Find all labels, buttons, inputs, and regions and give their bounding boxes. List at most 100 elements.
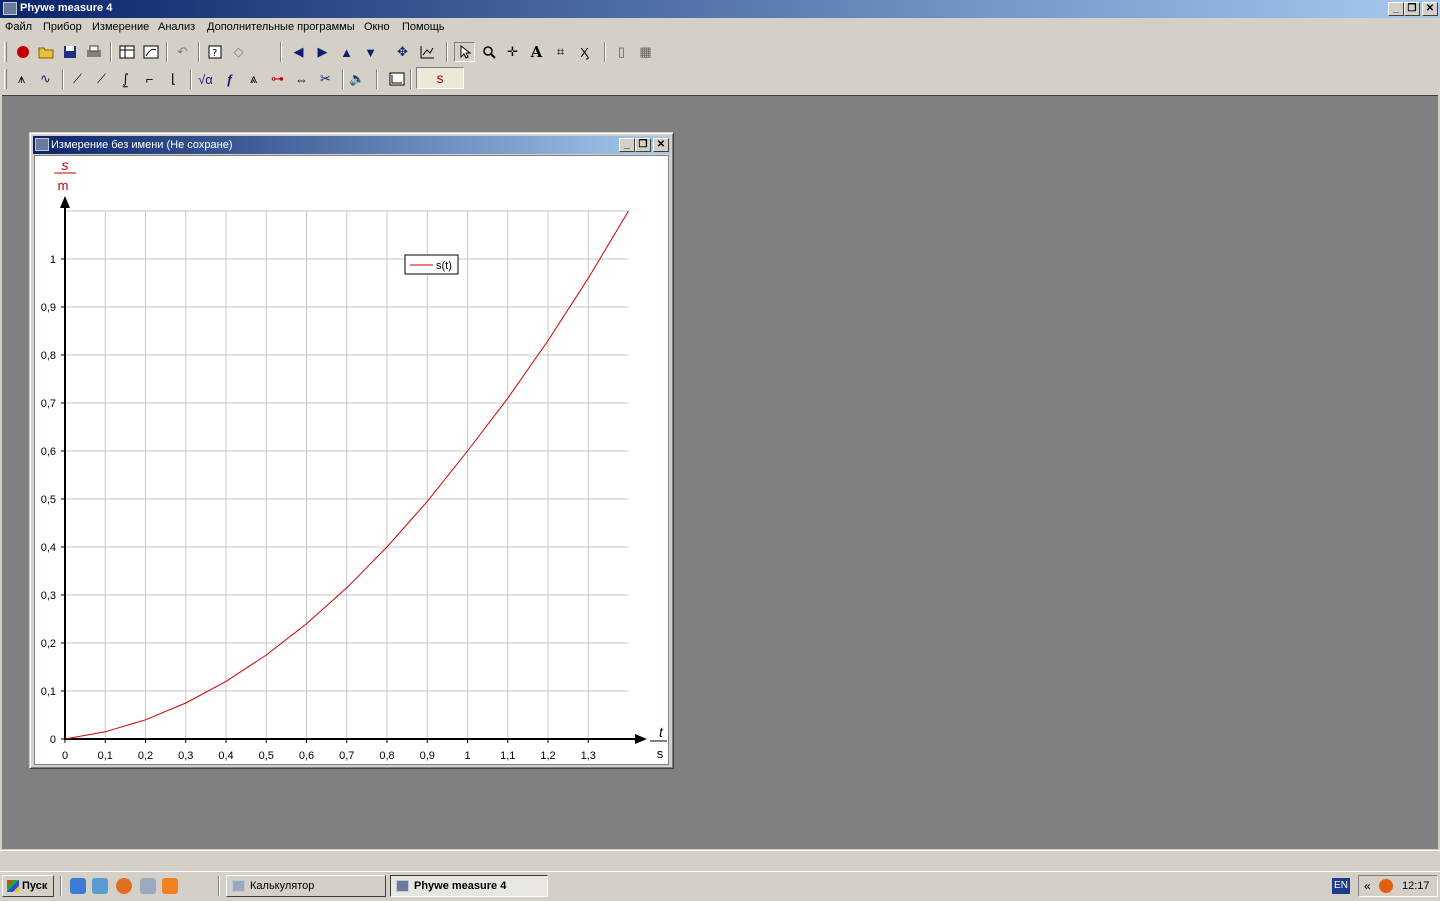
- window-icon[interactable]: [35, 138, 49, 151]
- app-icon[interactable]: [3, 2, 17, 15]
- help-icon[interactable]: ?: [204, 42, 225, 62]
- language-indicator[interactable]: EN: [1332, 878, 1350, 894]
- peak-icon[interactable]: ⩓: [243, 69, 264, 89]
- growth-icon[interactable]: ⌊: [163, 69, 184, 89]
- move-icon[interactable]: ✥: [392, 42, 413, 62]
- windows-logo-icon: [7, 880, 19, 892]
- chart[interactable]: 0 0,1 0,2 0,3 0,4 0,5 0,6 0,7 0,8 0,9 1 0 0,1 0,2 0,3 0…: [35, 156, 670, 766]
- zoom-icon[interactable]: [478, 42, 499, 62]
- calculator-icon: [232, 880, 245, 892]
- main-toolbar: ↶ ? ◇ ◀ ▶ ▲ ▼ ✥ ✛ A ⌗ Ӽ ▯ ▦: [0, 39, 1440, 65]
- child-maximize-button[interactable]: ❐: [635, 138, 651, 152]
- layout2-icon[interactable]: ▦: [635, 42, 656, 62]
- open-folder-icon[interactable]: [35, 42, 56, 62]
- table-icon[interactable]: [116, 42, 137, 62]
- menu-analysis[interactable]: Анализ: [158, 21, 195, 33]
- menu-help[interactable]: Помощь: [402, 21, 445, 33]
- firefox-icon[interactable]: [116, 878, 132, 894]
- status-bar: [0, 850, 1440, 871]
- y-tick-label: 0,2: [41, 638, 56, 650]
- fit-icon[interactable]: ⟋: [91, 69, 112, 89]
- tangent-icon[interactable]: Ӽ: [574, 42, 595, 62]
- graph-window-icon[interactable]: [140, 42, 161, 62]
- speaker-icon[interactable]: 🔈: [347, 69, 368, 89]
- child-minimize-button[interactable]: _: [619, 138, 635, 152]
- layout-icon[interactable]: ▯: [611, 42, 632, 62]
- regression-icon[interactable]: ⟋: [67, 69, 88, 89]
- close-button[interactable]: ✕: [1422, 2, 1438, 16]
- toolbar-separator: [604, 42, 606, 62]
- child-close-button[interactable]: ✕: [653, 138, 669, 152]
- sqrt-function-icon[interactable]: √α: [195, 69, 216, 89]
- pointer-icon[interactable]: [454, 42, 475, 62]
- y-tick-label: 0,6: [41, 446, 56, 458]
- menu-measurement[interactable]: Измерение: [92, 21, 149, 33]
- app-quicklaunch-icon[interactable]: [162, 878, 178, 894]
- x-tick-label: 0,2: [138, 750, 153, 762]
- text-tool-icon[interactable]: A: [526, 42, 547, 62]
- x-axis-unit: s: [657, 746, 664, 761]
- arrow-right-icon[interactable]: ▶: [312, 42, 333, 62]
- save-icon[interactable]: [59, 42, 80, 62]
- toolbar-grip[interactable]: [4, 42, 7, 62]
- task-calculator[interactable]: Калькулятор: [226, 875, 386, 897]
- arrow-up-icon[interactable]: ▲: [336, 42, 357, 62]
- menu-window[interactable]: Окно: [364, 21, 390, 33]
- y-axis-unit: m: [58, 178, 69, 193]
- toolbar-separator: [62, 69, 64, 89]
- minimize-button[interactable]: _: [1388, 2, 1404, 16]
- function-icon[interactable]: ƒ: [219, 69, 240, 89]
- measurement-window-titlebar[interactable]: Измерение без имени (Не сохране) _ ❐ ✕: [33, 136, 670, 154]
- tray-app-icon[interactable]: [1379, 879, 1393, 893]
- smooth-icon[interactable]: ∿: [35, 69, 56, 89]
- undo-icon[interactable]: ↶: [172, 42, 193, 62]
- display-options-icon[interactable]: [386, 69, 407, 89]
- toolbar-separator: [110, 42, 112, 62]
- app-title: Phywe measure 4: [20, 2, 113, 14]
- svg-text:?: ?: [212, 48, 217, 59]
- plot-area[interactable]: 0 0,1 0,2 0,3 0,4 0,5 0,6 0,7 0,8 0,9 1 0 0,1 0,2 0,3 0…: [34, 155, 669, 765]
- y-tick-label: 0,4: [41, 542, 56, 554]
- scale-icon[interactable]: [416, 42, 437, 62]
- x-tick-label: 0,5: [259, 750, 274, 762]
- task-phywe[interactable]: Phywe measure 4: [390, 875, 548, 897]
- menu-file[interactable]: Файл: [5, 21, 32, 33]
- channel-icon[interactable]: ⩚: [11, 69, 32, 89]
- x-tick-label: 0,9: [420, 750, 435, 762]
- filter-icon[interactable]: ⇔: [291, 69, 312, 89]
- ie-alt-icon[interactable]: [92, 878, 108, 894]
- toolbar-grip[interactable]: [4, 69, 7, 89]
- x-tick-label: 1,2: [540, 750, 555, 762]
- x-axis-arrow: [635, 734, 647, 744]
- arrow-left-icon[interactable]: ◀: [288, 42, 309, 62]
- start-button[interactable]: Пуск: [2, 875, 54, 897]
- menu-device[interactable]: Прибор: [43, 21, 82, 33]
- menu-extra-programs[interactable]: Дополнительные программы: [207, 21, 355, 33]
- marker-icon[interactable]: ⊶: [267, 69, 288, 89]
- cursor-box-icon[interactable]: ⌗: [550, 42, 571, 62]
- record-icon[interactable]: [12, 42, 33, 62]
- toolbar-separator: [446, 42, 448, 62]
- restore-button[interactable]: ❐: [1404, 2, 1420, 16]
- taskbar-separator: [218, 876, 220, 896]
- print-icon[interactable]: [83, 42, 104, 62]
- decay-icon[interactable]: ⌐: [139, 69, 160, 89]
- y-axis-arrow: [60, 196, 70, 208]
- x-tick-label: 1,3: [581, 750, 596, 762]
- internet-explorer-icon[interactable]: [70, 878, 86, 894]
- arrow-down-icon[interactable]: ▼: [360, 42, 381, 62]
- x-tick-label: 0,1: [98, 750, 113, 762]
- x-tick-label: 1,1: [500, 750, 515, 762]
- task-label: Phywe measure 4: [414, 880, 507, 892]
- integral-icon[interactable]: ⨜: [115, 69, 136, 89]
- channel-selector[interactable]: s: [416, 67, 464, 89]
- y-tick-label: 0,9: [41, 302, 56, 314]
- calculator-quicklaunch-icon[interactable]: [140, 878, 156, 894]
- eraser-icon[interactable]: ◇: [228, 42, 249, 62]
- scissors-icon[interactable]: ✂: [315, 69, 336, 89]
- tray-expand-icon[interactable]: «: [1364, 879, 1371, 893]
- clock[interactable]: 12:17: [1402, 880, 1430, 892]
- measurement-window: Измерение без имени (Не сохране) _ ❐ ✕ 0…: [29, 132, 674, 769]
- crosshair-icon[interactable]: ✛: [502, 42, 523, 62]
- toolbar-separator: [198, 42, 200, 62]
